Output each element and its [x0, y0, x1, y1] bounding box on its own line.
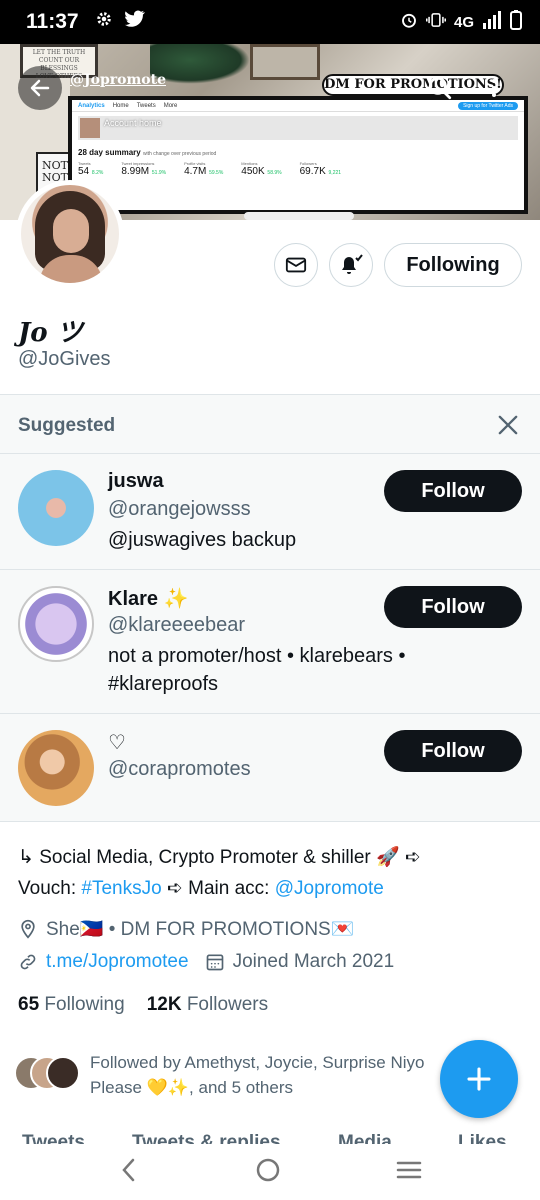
- network-label: 4G: [453, 13, 474, 31]
- suggested-handle: @orangejowsss: [108, 498, 251, 520]
- suggested-avatar[interactable]: [18, 586, 94, 662]
- banner-analytics-monitor: Analytics Home Tweets More Sign up for T…: [68, 96, 528, 214]
- menu-lines-icon: [397, 1161, 422, 1178]
- profile-location: She🇵🇭 • DM FOR PROMOTIONS💌: [18, 917, 354, 941]
- main-account-link[interactable]: @Jopromote: [275, 878, 384, 899]
- avatar-face: [53, 209, 89, 253]
- analytics-more-tab: More: [163, 102, 178, 109]
- close-icon: [498, 415, 518, 435]
- suggested-handle: @corapromotes: [108, 758, 251, 780]
- analytics-summary-title: 28 day summary with change over previous…: [78, 148, 217, 157]
- search-icon: [428, 76, 452, 100]
- plus-icon: [467, 1067, 491, 1091]
- vibrate-icon: [425, 11, 446, 33]
- follow-button[interactable]: Follow: [384, 730, 522, 772]
- tab-tweets-replies[interactable]: Tweets & replies: [132, 1132, 281, 1144]
- banner-handle-overlay: @Jopromote: [70, 72, 166, 88]
- location-pin-icon: [21, 919, 35, 939]
- profile-avatar[interactable]: [16, 180, 124, 288]
- close-suggested-button[interactable]: [494, 411, 522, 439]
- analytics-tab: Analytics: [78, 102, 105, 109]
- suggested-handle: @klareeeebear: [108, 614, 246, 636]
- suggested-account[interactable]: Klare ✨ @klareeeebear not a promoter/hos…: [0, 569, 540, 713]
- home-circle-icon: [256, 1158, 280, 1181]
- analytics-account-home: Account home: [104, 118, 162, 128]
- follow-button[interactable]: Follow: [384, 470, 522, 512]
- battery-icon: [510, 10, 522, 34]
- banner-frame: [250, 44, 320, 80]
- more-vertical-icon: [492, 79, 496, 97]
- profile-bio: ↳ Social Media, Crypto Promoter & shille…: [18, 842, 522, 904]
- suggested-name: juswa: [108, 470, 164, 492]
- vouch-hashtag-link[interactable]: #TenksJo: [81, 878, 161, 899]
- bio-line-1: ↳ Social Media, Crypto Promoter & shille…: [18, 847, 421, 868]
- notifications-button[interactable]: [329, 243, 373, 287]
- analytics-stat: Mentions 450K 58.9%: [241, 161, 282, 177]
- banner-monitor-stand: [244, 212, 354, 220]
- more-options-button[interactable]: [472, 66, 516, 110]
- analytics-stat: Followers 69.7K 9,221: [299, 161, 342, 177]
- twitter-bird-icon: [124, 10, 145, 34]
- suggested-name: ♡: [108, 732, 126, 754]
- analytics-stat: Tweet impressions 8.99M 51.9%: [121, 161, 167, 177]
- profile-meta: t.me/Jopromotee Joined March 2021: [18, 951, 394, 973]
- back-arrow-icon: [30, 79, 50, 97]
- analytics-avatar: [80, 118, 100, 138]
- nav-recents-button[interactable]: [395, 1158, 423, 1187]
- suggested-name: Klare ✨: [108, 588, 189, 610]
- suggested-bio: @juswagives backup: [108, 529, 297, 551]
- calendar-icon: [206, 954, 223, 971]
- android-nav-bar: [0, 1144, 540, 1200]
- suggested-bio: not a promoter/host • klarebears • #klar…: [108, 645, 406, 695]
- profile-website-link[interactable]: t.me/Jopromotee: [46, 951, 189, 973]
- status-time: 11:37: [26, 10, 79, 33]
- profile-tabs: Tweets Tweets & replies Media Likes: [0, 1132, 540, 1144]
- bell-check-icon: [342, 254, 363, 274]
- tab-likes[interactable]: Likes: [458, 1132, 507, 1144]
- message-button[interactable]: [274, 243, 318, 287]
- link-icon: [20, 954, 36, 970]
- signal-icon: [482, 11, 502, 33]
- followed-by-avatars: [14, 1056, 80, 1092]
- profile-handle: @JoGives: [18, 348, 111, 370]
- back-button[interactable]: [18, 66, 62, 110]
- location-text: She🇵🇭 • DM FOR PROMOTIONS💌: [46, 919, 355, 940]
- mail-icon: [285, 257, 307, 273]
- following-count[interactable]: 65 Following: [18, 994, 125, 1016]
- analytics-stat: Profile visits 4.7M 59.5%: [184, 161, 224, 177]
- joined-date: Joined March 2021: [232, 951, 395, 972]
- nav-home-button[interactable]: [254, 1156, 282, 1189]
- suggested-title: Suggested: [18, 415, 116, 436]
- tab-media[interactable]: Media: [338, 1132, 392, 1144]
- bio-line-2: Vouch: #TenksJo ➪ Main acc: @Jopromote: [18, 878, 384, 899]
- status-bar: 11:37 4G: [0, 0, 540, 44]
- follow-button[interactable]: Follow: [384, 586, 522, 628]
- nav-back-button[interactable]: [117, 1156, 141, 1189]
- suggested-avatar[interactable]: [18, 470, 94, 546]
- followed-by-line-1: Followed by Amethyst, Joycie, Surprise N…: [90, 1053, 425, 1072]
- search-button[interactable]: [418, 66, 462, 110]
- followed-by-line-2: Please 💛✨, and 5 others: [90, 1078, 293, 1097]
- suggested-account[interactable]: juswa @orangejowsss @juswagives backup F…: [0, 453, 540, 569]
- suggested-avatar[interactable]: [18, 730, 94, 806]
- compose-tweet-button[interactable]: [440, 1040, 518, 1118]
- tab-tweets[interactable]: Tweets: [22, 1132, 85, 1144]
- analytics-tweets-tab: Tweets: [136, 102, 156, 109]
- alarm-icon: [400, 11, 418, 33]
- profile-display-name: Jo ツ: [18, 318, 83, 348]
- follower-avatar: [46, 1056, 80, 1090]
- following-button[interactable]: Following: [384, 243, 522, 287]
- chevron-left-icon: [121, 1158, 134, 1181]
- followers-count[interactable]: 12K Followers: [147, 994, 268, 1016]
- analytics-stat: Tweets 54 8.2%: [78, 161, 104, 177]
- settings-gear-icon: [95, 10, 113, 34]
- suggested-panel: Suggested juswa @orangejowsss @juswagive…: [0, 394, 540, 822]
- followed-by[interactable]: Followed by Amethyst, Joycie, Surprise N…: [14, 1050, 454, 1100]
- analytics-home-tab: Home: [112, 102, 129, 109]
- follow-counts: 65 Following 12K Followers: [18, 994, 268, 1016]
- suggested-account[interactable]: ♡ @corapromotes Follow: [0, 713, 540, 823]
